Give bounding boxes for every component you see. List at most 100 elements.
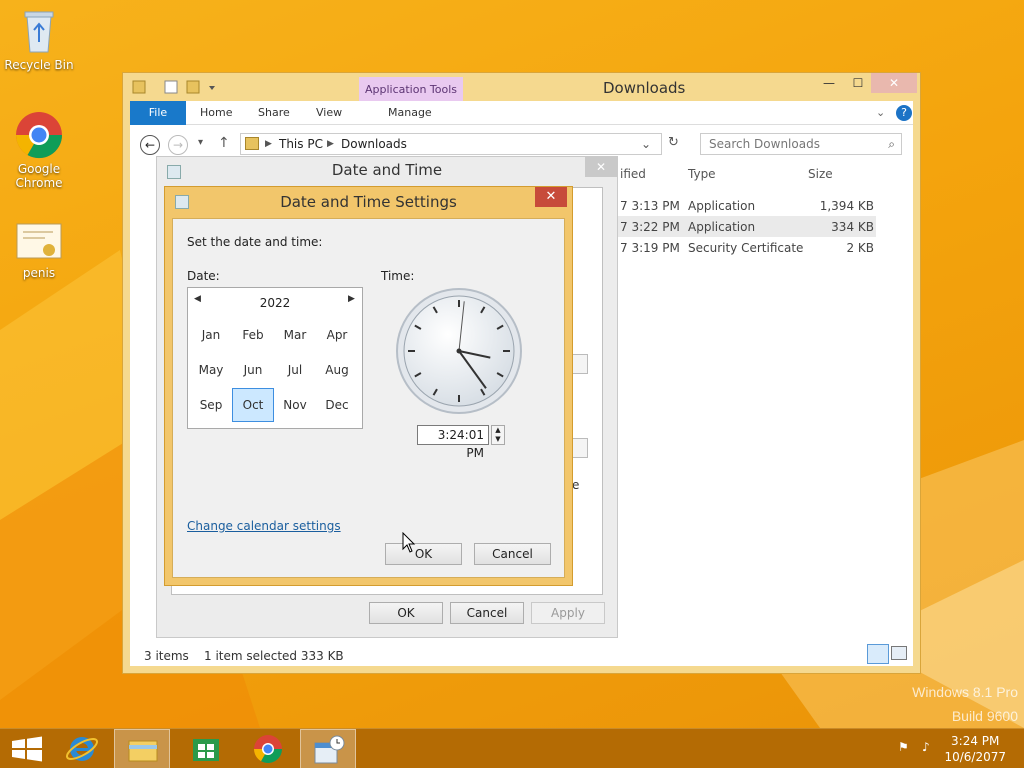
breadcrumb-downloads[interactable]: Downloads <box>341 134 407 154</box>
month-apr[interactable]: Apr <box>316 318 358 352</box>
quick-access-toolbar <box>132 80 215 94</box>
start-button[interactable] <box>0 729 56 768</box>
row-modified[interactable]: 7 3:13 PM <box>620 199 680 213</box>
settings-body: Set the date and time: Date: Time: ◀ 202… <box>172 218 565 578</box>
network-icon[interactable]: ⚑ <box>898 740 914 756</box>
dialog-title: Date and Time <box>331 161 443 179</box>
file-explorer-icon <box>128 740 158 762</box>
clock-date: 10/6/2077 <box>944 750 1006 764</box>
row-type[interactable]: Security Certificate <box>688 241 803 255</box>
calendar-next-icon[interactable]: ▶ <box>348 294 355 304</box>
column-header-modified[interactable]: ified <box>620 167 646 181</box>
address-dropdown-icon[interactable]: ⌄ <box>641 134 651 154</box>
desktop-icon-recycle-bin[interactable]: Recycle Bin <box>4 6 74 72</box>
hidden-button[interactable] <box>572 438 588 458</box>
folder-icon <box>245 137 259 150</box>
chrome-icon <box>254 735 282 763</box>
month-may[interactable]: May <box>190 353 232 387</box>
cancel-button[interactable]: Cancel <box>450 602 524 624</box>
time-spinner[interactable]: ▲ ▼ <box>491 425 505 445</box>
back-arrow-icon[interactable]: ← <box>140 135 160 155</box>
close-button[interactable]: ✕ <box>535 187 567 207</box>
calendar-clock-icon <box>314 735 345 764</box>
row-size[interactable]: 2 KB <box>808 241 874 255</box>
help-icon[interactable]: ? <box>896 105 912 121</box>
column-header-size[interactable]: Size <box>808 167 833 181</box>
ribbon-tab-home[interactable]: Home <box>200 106 232 119</box>
ok-button[interactable]: OK <box>369 602 443 624</box>
instruction-text: Set the date and time: <box>187 235 323 249</box>
volume-icon[interactable]: ♪ <box>922 740 938 756</box>
row-size[interactable]: 334 KB <box>808 220 874 234</box>
up-arrow-icon[interactable]: ↑ <box>218 135 230 151</box>
maximize-button[interactable]: ☐ <box>843 73 873 93</box>
month-oct[interactable]: Oct <box>232 388 274 422</box>
ribbon-tab-share[interactable]: Share <box>258 106 290 119</box>
close-button[interactable]: ✕ <box>585 157 617 177</box>
internet-explorer-icon <box>65 737 99 761</box>
taskbar-internet-explorer[interactable] <box>54 729 110 768</box>
ok-button[interactable]: OK <box>385 543 462 565</box>
desktop-icon-certificate[interactable]: penis <box>4 220 74 280</box>
cancel-button[interactable]: Cancel <box>474 543 551 565</box>
status-selection: 1 item selected 333 KB <box>204 649 344 663</box>
analog-clock <box>396 288 522 414</box>
ribbon-expand-icon[interactable]: ⌄ <box>876 106 885 119</box>
refresh-icon[interactable]: ↻ <box>668 135 679 150</box>
calendar-year[interactable]: 2022 <box>188 296 362 310</box>
store-icon <box>193 739 219 761</box>
recent-locations-icon[interactable]: ▾ <box>198 137 203 148</box>
column-header-type[interactable]: Type <box>688 167 716 181</box>
search-placeholder: Search Downloads <box>709 137 820 151</box>
explorer-title: Downloads <box>603 79 686 97</box>
ribbon-tab-file[interactable]: File <box>130 101 186 125</box>
system-clock[interactable]: 3:24 PM 10/6/2077 <box>944 733 1006 765</box>
taskbar-google-chrome[interactable] <box>240 729 296 768</box>
ribbon-tab-manage[interactable]: Manage <box>388 106 432 119</box>
application-tools-tab[interactable]: Application Tools <box>359 77 463 101</box>
row-size[interactable]: 1,394 KB <box>808 199 874 213</box>
month-jan[interactable]: Jan <box>190 318 232 352</box>
breadcrumb-this-pc[interactable]: This PC <box>279 134 323 154</box>
breadcrumb-separator-icon: ▶ <box>265 139 272 149</box>
large-icons-view-icon[interactable] <box>891 646 907 660</box>
date-label: Date: <box>187 269 220 283</box>
os-watermark-line2: Build 9600 <box>951 708 1018 724</box>
breadcrumb-separator-icon: ▶ <box>327 139 334 149</box>
search-input[interactable]: Search Downloads ⌕ <box>700 133 902 155</box>
recycle-bin-icon <box>24 11 54 53</box>
month-sep[interactable]: Sep <box>190 388 232 422</box>
desktop-icon-label: Recycle Bin <box>4 58 74 72</box>
mouse-cursor-icon <box>402 532 416 553</box>
forward-arrow-icon[interactable]: → <box>168 135 188 155</box>
month-dec[interactable]: Dec <box>316 388 358 422</box>
status-item-count: 3 items <box>144 649 189 663</box>
ribbon-tab-view[interactable]: View <box>316 106 342 119</box>
row-type[interactable]: Application <box>688 220 755 234</box>
taskbar: ⚑ ♪ 3:24 PM 10/6/2077 <box>0 728 1024 768</box>
address-bar[interactable]: ▶ This PC ▶ Downloads ⌄ <box>240 133 662 155</box>
row-modified[interactable]: 7 3:19 PM <box>620 241 680 255</box>
windows-logo-icon <box>12 736 42 762</box>
month-aug[interactable]: Aug <box>316 353 358 387</box>
month-nov[interactable]: Nov <box>274 388 316 422</box>
taskbar-file-explorer[interactable] <box>114 729 170 768</box>
month-jul[interactable]: Jul <box>274 353 316 387</box>
row-type[interactable]: Application <box>688 199 755 213</box>
month-mar[interactable]: Mar <box>274 318 316 352</box>
desktop-icon-label: penis <box>22 266 56 280</box>
time-input[interactable]: 3:24:01 PM <box>417 425 489 460</box>
month-feb[interactable]: Feb <box>232 318 274 352</box>
taskbar-store[interactable] <box>178 729 234 768</box>
taskbar-date-time[interactable] <box>300 729 356 768</box>
apply-button[interactable]: Apply <box>531 602 605 624</box>
minimize-button[interactable]: — <box>811 73 847 93</box>
desktop-icon-google-chrome[interactable]: Google Chrome <box>4 110 74 190</box>
change-calendar-settings-link[interactable]: Change calendar settings <box>187 519 341 533</box>
os-watermark-line1: Windows 8.1 Pro <box>912 684 1018 700</box>
row-modified[interactable]: 7 3:22 PM <box>620 220 680 234</box>
hidden-button[interactable] <box>572 354 588 374</box>
details-view-icon[interactable] <box>867 644 889 664</box>
month-jun[interactable]: Jun <box>232 353 274 387</box>
close-button[interactable]: ✕ <box>871 73 917 93</box>
